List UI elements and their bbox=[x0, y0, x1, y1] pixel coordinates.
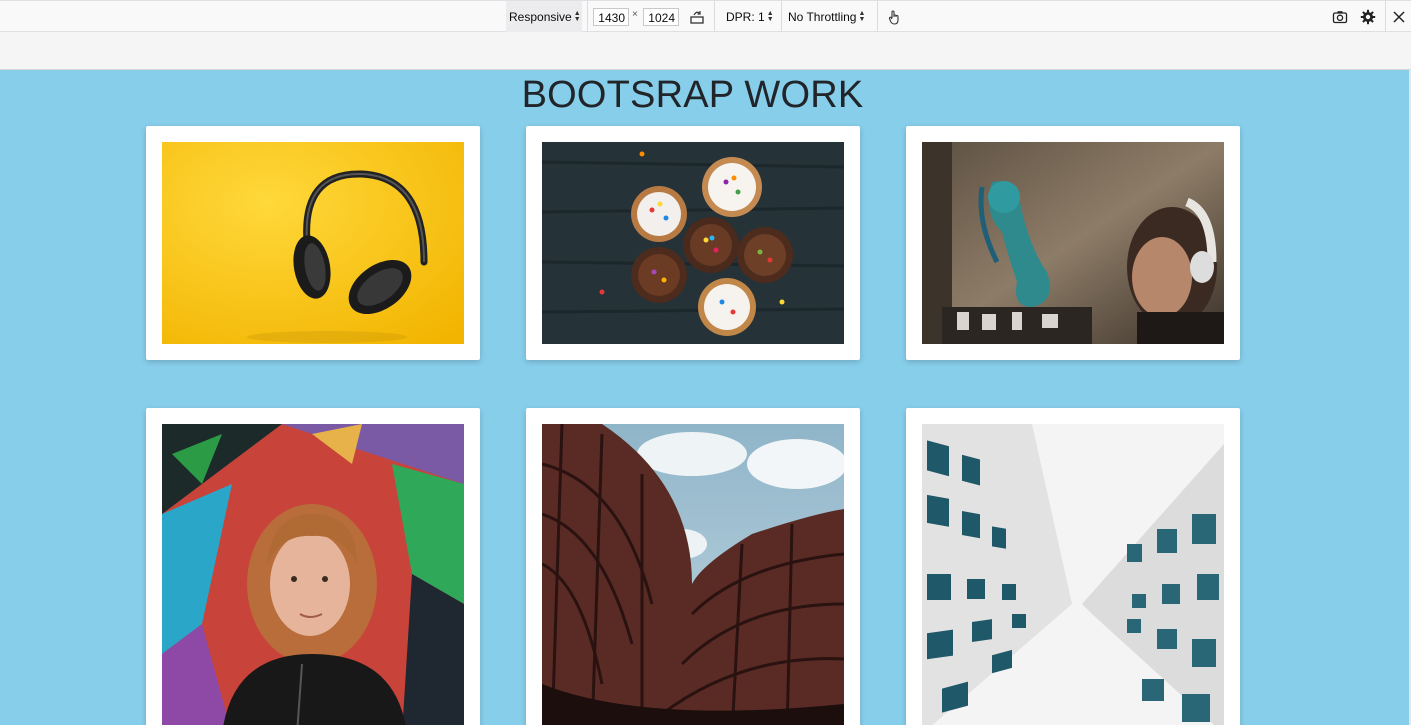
card-image bbox=[542, 424, 844, 725]
image-card bbox=[526, 408, 860, 725]
height-input[interactable]: 1024 bbox=[643, 8, 679, 26]
device-select[interactable]: Responsive ▲ ▼ bbox=[506, 1, 582, 32]
image-card bbox=[906, 126, 1240, 360]
device-select-label: Responsive bbox=[509, 9, 572, 24]
width-input[interactable]: 1430 bbox=[593, 8, 629, 26]
select-arrows-icon: ▲ ▼ bbox=[858, 9, 866, 23]
card-image bbox=[542, 142, 844, 344]
touch-icon[interactable] bbox=[884, 7, 904, 27]
settings-icon[interactable] bbox=[1358, 7, 1378, 27]
select-arrows-icon: ▲ ▼ bbox=[573, 9, 581, 23]
browser-subbar bbox=[0, 32, 1411, 70]
image-card bbox=[146, 126, 480, 360]
responsive-toolbar: Responsive ▲ ▼ 1430 × 1024 DPR: 1 ▲ ▼ No T… bbox=[0, 0, 1411, 32]
card-image bbox=[162, 424, 464, 725]
times-separator: × bbox=[632, 9, 638, 20]
image-card bbox=[526, 126, 860, 360]
dpr-select-label: DPR: 1 bbox=[726, 9, 765, 24]
divider bbox=[714, 1, 715, 32]
close-icon[interactable] bbox=[1389, 7, 1409, 27]
card-image bbox=[922, 424, 1224, 725]
dpr-select[interactable]: DPR: 1 ▲ ▼ bbox=[726, 1, 774, 32]
image-card bbox=[906, 408, 1240, 725]
image-card bbox=[146, 408, 480, 725]
card-image bbox=[162, 142, 464, 344]
page-viewport: BOOTSRAP WORK bbox=[0, 70, 1409, 725]
select-arrows-icon: ▲ ▼ bbox=[766, 9, 774, 23]
page-title: BOOTSRAP WORK bbox=[521, 74, 864, 116]
throttling-select-label: No Throttling bbox=[788, 9, 857, 24]
divider bbox=[1385, 1, 1386, 32]
divider bbox=[877, 1, 878, 32]
card-image bbox=[922, 142, 1224, 344]
divider bbox=[587, 1, 588, 32]
throttling-select[interactable]: No Throttling ▲ ▼ bbox=[788, 1, 865, 32]
screenshot-icon[interactable] bbox=[1330, 7, 1350, 27]
divider bbox=[781, 1, 782, 32]
rotate-icon[interactable] bbox=[687, 7, 707, 27]
